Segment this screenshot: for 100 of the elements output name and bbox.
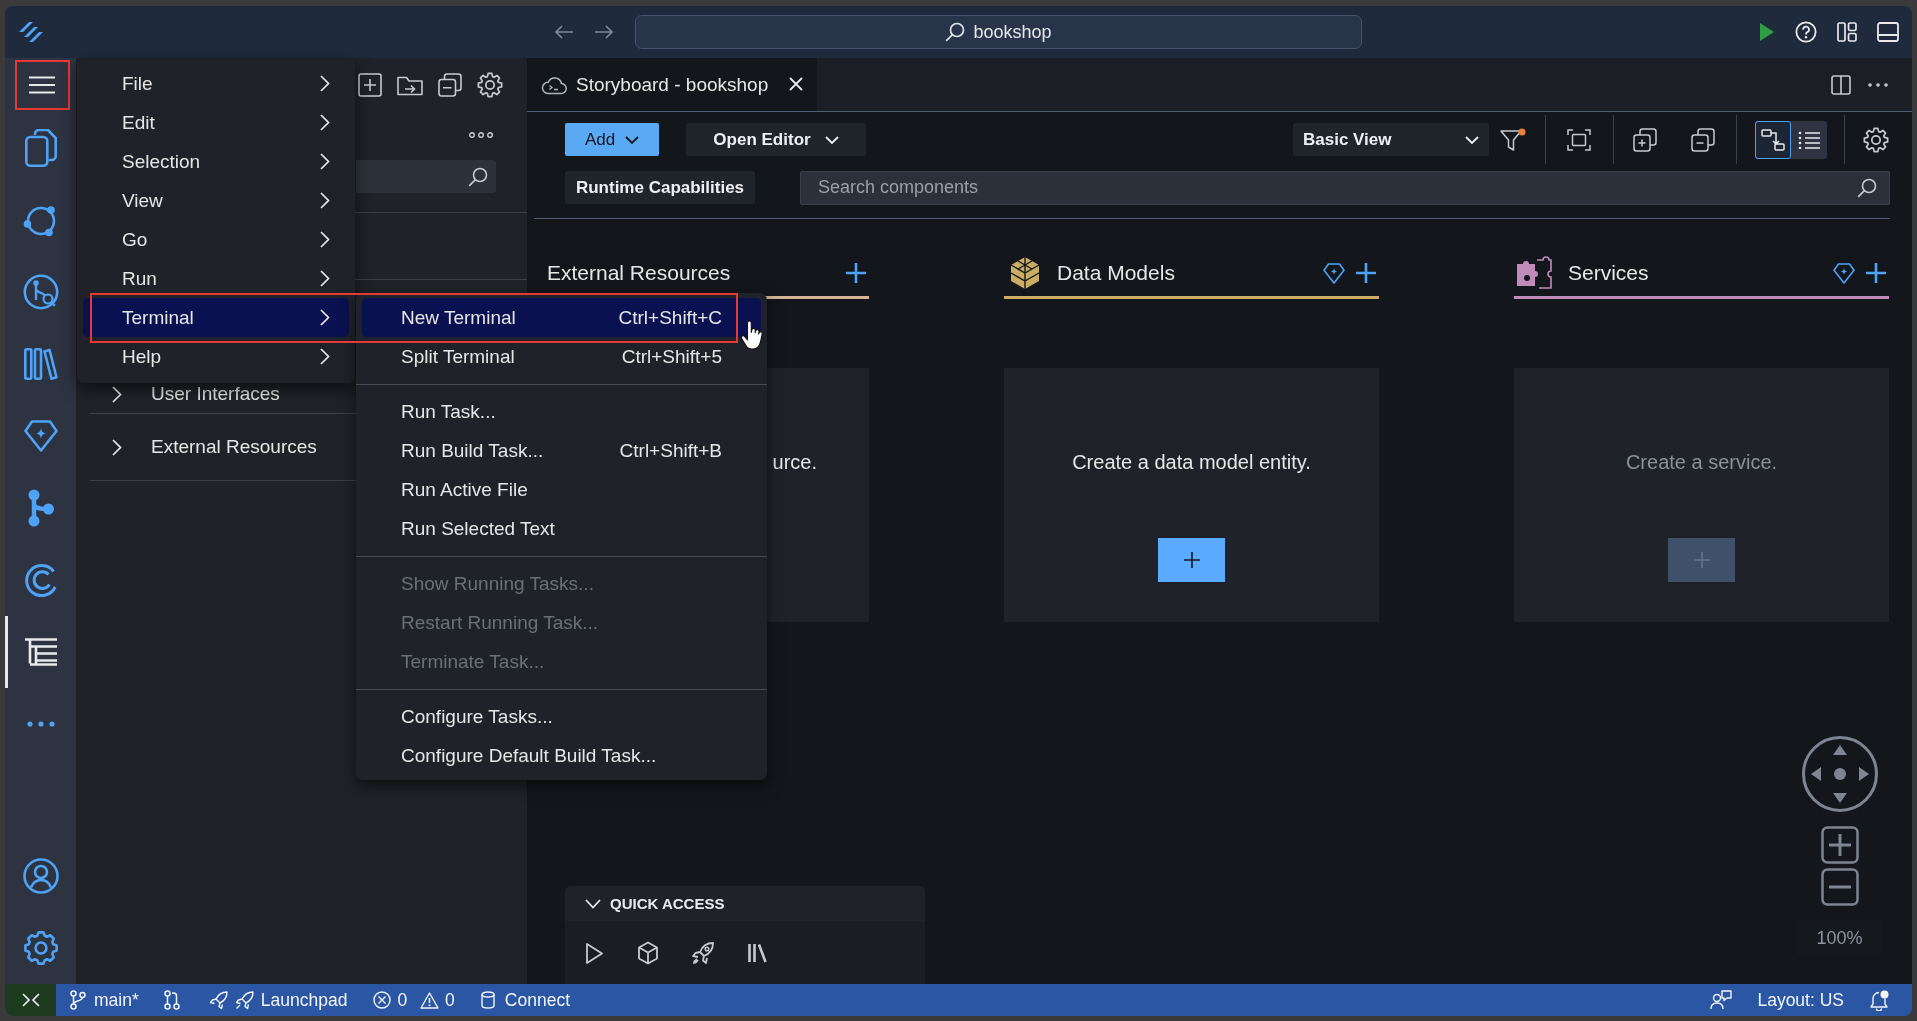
gem-icon[interactable] — [1323, 262, 1345, 284]
menu-item[interactable]: Help — [83, 343, 349, 370]
menu-item[interactable]: Selection — [83, 148, 349, 175]
menu-button[interactable] — [14, 60, 70, 110]
column-title: External Resources — [547, 261, 732, 285]
quick-access-header[interactable]: QUICK ACCESS — [565, 886, 925, 921]
more-icon[interactable] — [469, 132, 493, 138]
list-icon — [1798, 130, 1820, 149]
branch-button[interactable]: main* — [70, 984, 139, 1016]
menu-item[interactable]: Terminal — [83, 298, 349, 337]
empty-state-text: urce. — [772, 450, 817, 474]
collapse-all-icon[interactable] — [1691, 127, 1715, 152]
column-title: Services — [1568, 261, 1650, 285]
empty-state-text: Create a service. — [1625, 450, 1778, 474]
more-icon — [26, 721, 55, 727]
compare-icon[interactable] — [163, 990, 180, 1010]
open-editor-button[interactable]: Open Editor — [686, 123, 866, 156]
split-editor-icon[interactable] — [1831, 74, 1851, 95]
command-center[interactable]: bookshop — [635, 15, 1362, 49]
column-title: Data Models — [1057, 261, 1176, 285]
tree-section[interactable]: External Resources — [112, 436, 317, 458]
editor-tab[interactable]: Storyboard - bookshop — [527, 58, 817, 111]
collapse-icon[interactable] — [438, 73, 462, 97]
zoom-out-icon[interactable] — [1820, 868, 1859, 906]
settings-icon[interactable] — [23, 931, 58, 965]
menu-item[interactable]: Run — [83, 265, 349, 292]
plus-icon[interactable] — [1356, 263, 1376, 283]
shortcut-label: Ctrl+Shift+B — [619, 439, 722, 462]
menu-item[interactable]: View — [83, 187, 349, 214]
more-icon[interactable] — [1868, 82, 1888, 87]
zoom-in-icon[interactable] — [1820, 826, 1859, 864]
remote-button[interactable] — [5, 984, 56, 1016]
search-field[interactable]: Search components — [800, 170, 1890, 205]
plus-icon[interactable] — [1866, 263, 1886, 283]
error-icon — [373, 991, 392, 1009]
caret-icon — [625, 135, 640, 144]
open-folder-icon[interactable] — [397, 74, 423, 96]
search-input[interactable]: Search components — [818, 173, 1847, 202]
view-mode-button[interactable] — [1755, 120, 1791, 159]
add-button[interactable]: Add — [565, 123, 659, 156]
filter-icon[interactable] — [1500, 127, 1526, 152]
feedback-icon[interactable] — [1710, 990, 1733, 1010]
help-icon[interactable] — [1795, 21, 1817, 43]
search-field[interactable] — [356, 160, 496, 193]
pan-control-icon[interactable] — [1800, 735, 1879, 813]
menu-item[interactable]: Run Task... — [362, 398, 761, 425]
menu-item[interactable]: Configure Tasks... — [362, 703, 761, 730]
gem-icon[interactable] — [1833, 262, 1855, 284]
close-icon[interactable] — [789, 76, 803, 91]
forward-arrow-icon[interactable] — [594, 24, 614, 40]
menu-item[interactable]: Run Build Task... Ctrl+Shift+B — [362, 437, 761, 464]
plus-icon — [1183, 552, 1200, 568]
menu-item[interactable]: Run Selected Text — [362, 515, 761, 542]
back-arrow-icon[interactable] — [554, 24, 574, 40]
settings-icon[interactable] — [1863, 126, 1889, 153]
settings-icon[interactable] — [477, 72, 503, 98]
new-file-icon[interactable] — [358, 73, 382, 97]
expand-all-icon[interactable] — [1633, 127, 1657, 152]
rocket-icon[interactable] — [691, 940, 715, 965]
menu-item[interactable]: Go — [83, 226, 349, 253]
logo-icon — [18, 20, 44, 44]
rocket-icon — [234, 990, 254, 1010]
account-icon[interactable] — [22, 858, 59, 894]
gem-icon — [23, 420, 58, 452]
empty-state-text: Create a data model entity. — [1072, 450, 1311, 474]
plus-icon — [1693, 552, 1710, 568]
fit-view-icon[interactable] — [1567, 128, 1591, 151]
files-icon — [24, 129, 57, 167]
menu-item[interactable]: New Terminal Ctrl+Shift+C — [362, 298, 761, 337]
tree-list-icon — [23, 637, 58, 667]
play-icon[interactable] — [583, 941, 605, 964]
menu-item[interactable]: File — [83, 70, 349, 97]
connect-button[interactable]: Connect — [480, 984, 571, 1016]
menu-item[interactable]: Split Terminal Ctrl+Shift+5 — [362, 343, 761, 370]
search-icon — [1857, 177, 1877, 198]
caret-icon — [1465, 135, 1479, 144]
rocket-icon — [208, 990, 228, 1010]
problems-button[interactable]: 0 0 — [373, 984, 455, 1016]
cube-icon[interactable] — [637, 940, 659, 965]
layout-icon[interactable] — [1837, 22, 1857, 42]
diagram-icon — [1761, 127, 1785, 152]
tree-section[interactable]: User Interfaces — [112, 383, 280, 405]
menu-item[interactable]: Run Active File — [362, 476, 761, 503]
bell-icon[interactable] — [1870, 989, 1889, 1011]
menu-item[interactable]: Edit — [83, 109, 349, 136]
shortcut-label: Ctrl+Shift+5 — [621, 345, 722, 368]
run-icon[interactable] — [1759, 22, 1775, 42]
create-button[interactable] — [1158, 538, 1225, 582]
books-icon — [23, 348, 58, 380]
view-select[interactable]: Basic View — [1293, 123, 1489, 156]
panel-icon[interactable] — [1877, 22, 1899, 42]
plus-icon[interactable] — [846, 263, 866, 283]
menu-item[interactable]: Configure Default Build Task... — [362, 742, 761, 769]
ring-icon — [23, 563, 58, 597]
keyboard-layout-button[interactable]: Layout: US — [1757, 984, 1844, 1016]
search-icon — [945, 22, 966, 42]
git-search-icon — [22, 274, 59, 310]
shortcut-label: Ctrl+Shift+C — [618, 306, 722, 329]
launchpad-button[interactable]: Launchpad — [208, 984, 348, 1016]
runtime-capabilities-button[interactable]: Runtime Capabilities — [565, 171, 755, 204]
